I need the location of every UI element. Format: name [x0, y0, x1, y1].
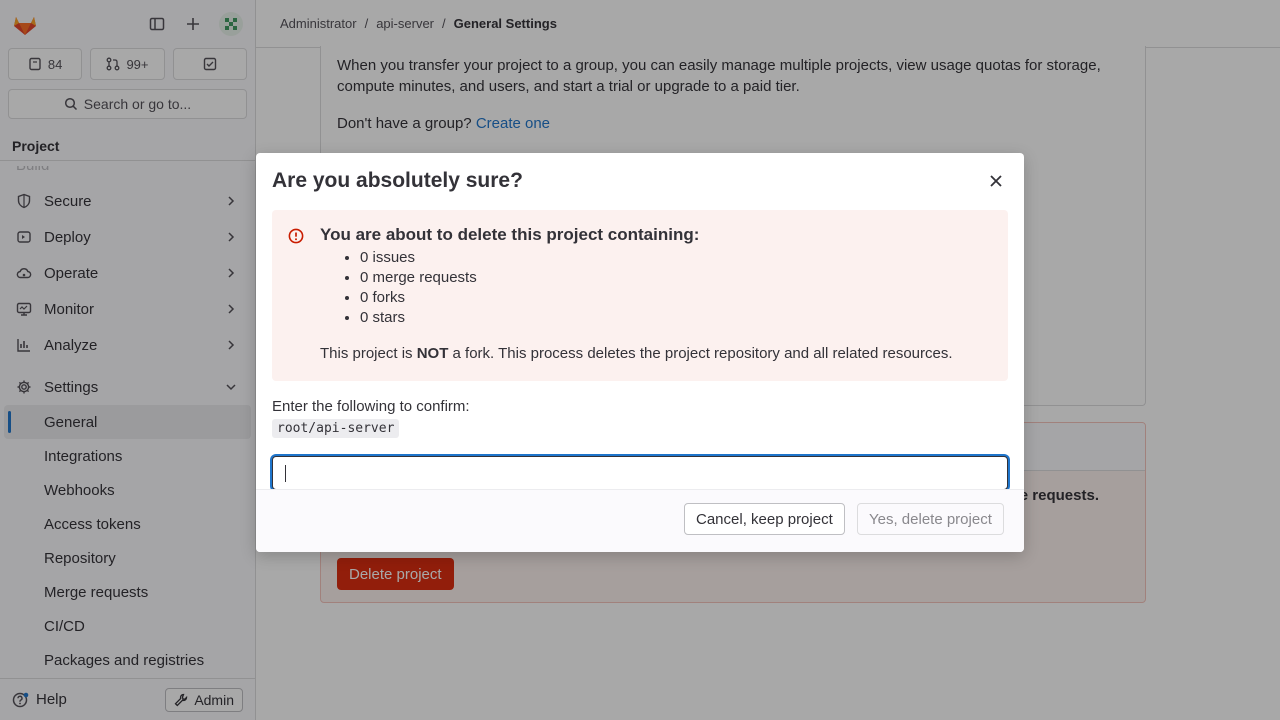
resource-list: 0 issues 0 merge requests 0 forks 0 star… [360, 248, 477, 328]
fork-note: This project is NOT a fork. This process… [320, 345, 953, 362]
confirm-label: Enter the following to confirm: [272, 398, 470, 415]
list-item: 0 forks [360, 288, 477, 308]
list-item: 0 stars [360, 308, 477, 328]
cancel-button[interactable]: Cancel, keep project [684, 503, 845, 535]
close-icon[interactable] [984, 169, 1008, 193]
danger-alert: You are about to delete this project con… [272, 210, 1008, 381]
modal-footer: Cancel, keep project Yes, delete project [256, 489, 1024, 552]
confirm-code: root/api-server [272, 419, 400, 438]
modal-title: Are you absolutely sure? [272, 169, 523, 192]
list-item: 0 issues [360, 248, 477, 268]
confirm-input[interactable] [272, 456, 1008, 490]
error-icon [288, 228, 304, 244]
delete-confirm-modal: Are you absolutely sure? You are about t… [256, 153, 1024, 552]
alert-title: You are about to delete this project con… [320, 225, 700, 244]
text-caret [285, 465, 286, 482]
list-item: 0 merge requests [360, 268, 477, 288]
confirm-delete-button[interactable]: Yes, delete project [857, 503, 1004, 535]
